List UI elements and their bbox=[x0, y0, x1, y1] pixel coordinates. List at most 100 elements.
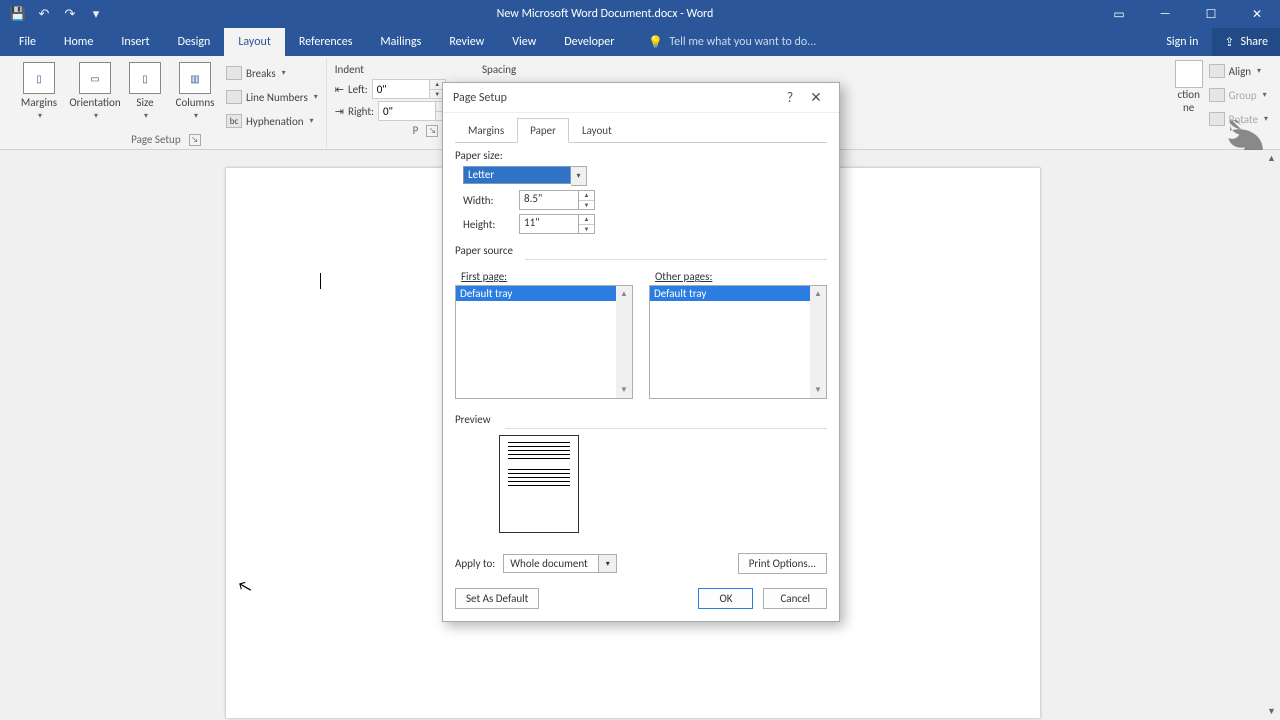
maximize-icon[interactable]: ☐ bbox=[1188, 0, 1234, 28]
save-icon[interactable]: 💾 bbox=[10, 6, 26, 22]
scroll-up-icon[interactable]: ▲ bbox=[1263, 150, 1280, 167]
other-pages-label: Other pages: bbox=[655, 270, 827, 283]
indent-header: Indent bbox=[335, 60, 452, 78]
dialog-tabs: Margins Paper Layout bbox=[455, 117, 827, 143]
selection-pane-label-2: ne bbox=[1183, 101, 1194, 114]
group-label-paragraph: P bbox=[413, 124, 419, 138]
group-button: Group▾ bbox=[1209, 84, 1268, 106]
paper-size-label: Paper size: bbox=[455, 149, 827, 162]
align-button[interactable]: Align▾ bbox=[1209, 60, 1268, 82]
breaks-icon bbox=[226, 66, 242, 80]
sign-in[interactable]: Sign in bbox=[1152, 28, 1212, 56]
width-spinner[interactable]: 8.5"▲▼ bbox=[519, 190, 595, 210]
tab-mailings[interactable]: Mailings bbox=[366, 28, 435, 56]
group-label-page-setup: Page Setup bbox=[131, 133, 180, 147]
align-icon bbox=[1209, 64, 1225, 78]
width-value[interactable]: 8.5" bbox=[519, 190, 579, 210]
close-icon[interactable]: ✕ bbox=[1234, 0, 1280, 28]
tab-view[interactable]: View bbox=[498, 28, 550, 56]
orientation-icon: ▭ bbox=[79, 62, 111, 94]
tab-design[interactable]: Design bbox=[164, 28, 225, 56]
tab-file[interactable]: File bbox=[5, 28, 50, 56]
other-pages-item[interactable]: Default tray bbox=[650, 286, 826, 301]
apply-to-value: Whole document bbox=[503, 554, 599, 573]
width-down-icon[interactable]: ▼ bbox=[579, 201, 594, 210]
selection-pane-label-1: ction bbox=[1177, 88, 1199, 101]
orientation-button[interactable]: ▭Orientation▾ bbox=[70, 60, 120, 121]
height-label: Height: bbox=[463, 218, 511, 231]
indent-right-input[interactable] bbox=[378, 101, 436, 121]
columns-button[interactable]: ▥Columns▾ bbox=[170, 60, 220, 121]
spacing-header: Spacing bbox=[482, 60, 516, 78]
indent-left-input[interactable] bbox=[372, 79, 430, 99]
page-setup-launcher[interactable]: ↘ bbox=[189, 134, 201, 146]
minimize-icon[interactable]: — bbox=[1142, 0, 1188, 28]
first-page-item[interactable]: Default tray bbox=[456, 286, 632, 301]
size-button[interactable]: ▯Size▾ bbox=[126, 60, 164, 121]
tab-home[interactable]: Home bbox=[50, 28, 107, 56]
width-up-icon[interactable]: ▲ bbox=[579, 191, 594, 201]
dialog-title: Page Setup bbox=[453, 91, 507, 105]
paper-size-dropdown-icon[interactable]: ▾ bbox=[571, 166, 587, 186]
line-numbers-button[interactable]: Line Numbers▾ bbox=[226, 86, 318, 108]
cancel-button[interactable]: Cancel bbox=[763, 588, 827, 609]
paper-size-combo[interactable]: Letter ▾ bbox=[463, 166, 587, 186]
indent-left[interactable]: ⇤Left: ▲▼ bbox=[335, 78, 452, 100]
dialog-tab-paper[interactable]: Paper bbox=[517, 118, 569, 143]
apply-to-dropdown-icon[interactable]: ▾ bbox=[599, 554, 617, 573]
hyphenation-icon: bc bbox=[226, 114, 242, 128]
indent-right-icon: ⇥ bbox=[335, 105, 344, 118]
hyphenation-button[interactable]: bcHyphenation▾ bbox=[226, 110, 318, 132]
set-as-default-button[interactable]: Set As Default bbox=[455, 588, 539, 609]
tab-review[interactable]: Review bbox=[435, 28, 498, 56]
share-button[interactable]: ⇪Share bbox=[1212, 28, 1280, 56]
indent-right[interactable]: ⇥Right: ▲▼ bbox=[335, 100, 452, 122]
dialog-tab-margins[interactable]: Margins bbox=[455, 118, 517, 143]
first-page-label: First page: bbox=[461, 270, 633, 283]
redo-icon[interactable]: ↷ bbox=[62, 6, 78, 22]
height-spinner[interactable]: 11"▲▼ bbox=[519, 214, 595, 234]
selection-pane-icon[interactable] bbox=[1175, 60, 1203, 88]
other-pages-listbox[interactable]: Default tray ▲▼ bbox=[649, 285, 827, 399]
dialog-tab-layout[interactable]: Layout bbox=[569, 118, 625, 143]
size-icon: ▯ bbox=[129, 62, 161, 94]
text-cursor bbox=[320, 273, 321, 289]
columns-icon: ▥ bbox=[179, 62, 211, 94]
undo-icon[interactable]: ↶ bbox=[36, 6, 52, 22]
first-page-listbox[interactable]: Default tray ▲▼ bbox=[455, 285, 633, 399]
paper-size-value: Letter bbox=[463, 166, 571, 184]
paragraph-launcher[interactable]: ↘ bbox=[426, 125, 438, 137]
height-value[interactable]: 11" bbox=[519, 214, 579, 234]
tab-references[interactable]: References bbox=[285, 28, 367, 56]
vertical-scrollbar[interactable]: ▲ ▼ bbox=[1263, 150, 1280, 720]
tab-layout[interactable]: Layout bbox=[224, 28, 285, 56]
apply-to-select[interactable]: Whole document ▾ bbox=[503, 554, 617, 573]
preview-label: Preview bbox=[455, 413, 827, 426]
margins-icon: ▯ bbox=[23, 62, 55, 94]
scroll-down-icon[interactable]: ▼ bbox=[1263, 703, 1280, 720]
ribbon-display-icon[interactable]: ▭ bbox=[1096, 0, 1142, 28]
print-options-button[interactable]: Print Options... bbox=[738, 553, 827, 574]
apply-to-label: Apply to: bbox=[455, 557, 495, 570]
title-bar: 💾 ↶ ↷ ▾ New Microsoft Word Document.docx… bbox=[0, 0, 1280, 28]
paper-source-label: Paper source bbox=[455, 244, 827, 257]
ok-button[interactable]: OK bbox=[698, 588, 753, 609]
margins-button[interactable]: ▯Margins▾ bbox=[14, 60, 64, 121]
tell-me[interactable]: 💡Tell me what you want to do... bbox=[628, 28, 816, 56]
width-label: Width: bbox=[463, 194, 511, 207]
ribbon-tabs: File Home Insert Design Layout Reference… bbox=[0, 28, 1280, 56]
group-icon bbox=[1209, 88, 1225, 102]
first-page-scrollbar[interactable]: ▲▼ bbox=[616, 286, 632, 398]
other-pages-scrollbar[interactable]: ▲▼ bbox=[810, 286, 826, 398]
dialog-close-icon[interactable]: ✕ bbox=[803, 89, 829, 106]
dialog-help-icon[interactable]: ? bbox=[777, 89, 803, 106]
window-title: New Microsoft Word Document.docx - Word bbox=[114, 7, 1096, 21]
height-up-icon[interactable]: ▲ bbox=[579, 215, 594, 225]
bulb-icon: 💡 bbox=[648, 35, 663, 50]
group-page-setup: ▯Margins▾ ▭Orientation▾ ▯Size▾ ▥Columns▾… bbox=[6, 58, 327, 148]
tab-developer[interactable]: Developer bbox=[550, 28, 628, 56]
qat-more-icon[interactable]: ▾ bbox=[88, 6, 104, 22]
breaks-button[interactable]: Breaks▾ bbox=[226, 62, 318, 84]
height-down-icon[interactable]: ▼ bbox=[579, 225, 594, 234]
tab-insert[interactable]: Insert bbox=[107, 28, 163, 56]
